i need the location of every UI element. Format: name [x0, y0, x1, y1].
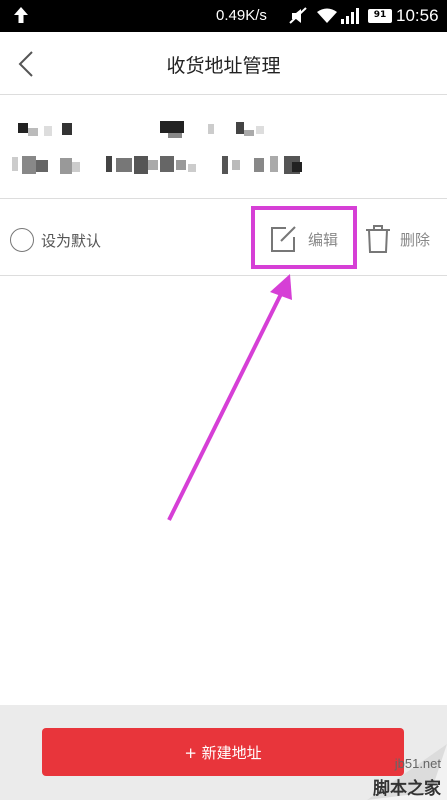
nav-bar: 收货地址管理	[0, 32, 447, 95]
battery-icon: 91	[368, 9, 392, 23]
mute-icon	[289, 7, 307, 24]
upload-arrow-icon	[14, 7, 28, 23]
delete-label: 删除	[400, 230, 431, 249]
address-card[interactable]: 设为默认 编辑 删除	[0, 96, 447, 276]
delete-button[interactable]: 删除	[364, 222, 430, 256]
net-speed: 0.49K/s	[216, 7, 267, 24]
signal-icon	[341, 8, 359, 24]
card-divider	[0, 198, 447, 199]
status-bar: 0.49K/s 91 10:56	[0, 0, 447, 32]
watermark-name: 脚本之家	[373, 779, 441, 799]
watermark-site: jb51.net	[394, 756, 441, 771]
set-default-label: 设为默认	[41, 231, 102, 250]
set-default-option[interactable]: 设为默认	[10, 226, 101, 254]
wifi-icon	[317, 8, 337, 23]
page-title: 收货地址管理	[166, 55, 281, 77]
trash-icon	[366, 225, 390, 253]
watermark: jb51.net 脚本之家	[327, 730, 447, 800]
clock: 10:56	[396, 6, 439, 25]
annotation-highlight-box	[251, 206, 357, 269]
radio-icon[interactable]	[10, 228, 34, 252]
